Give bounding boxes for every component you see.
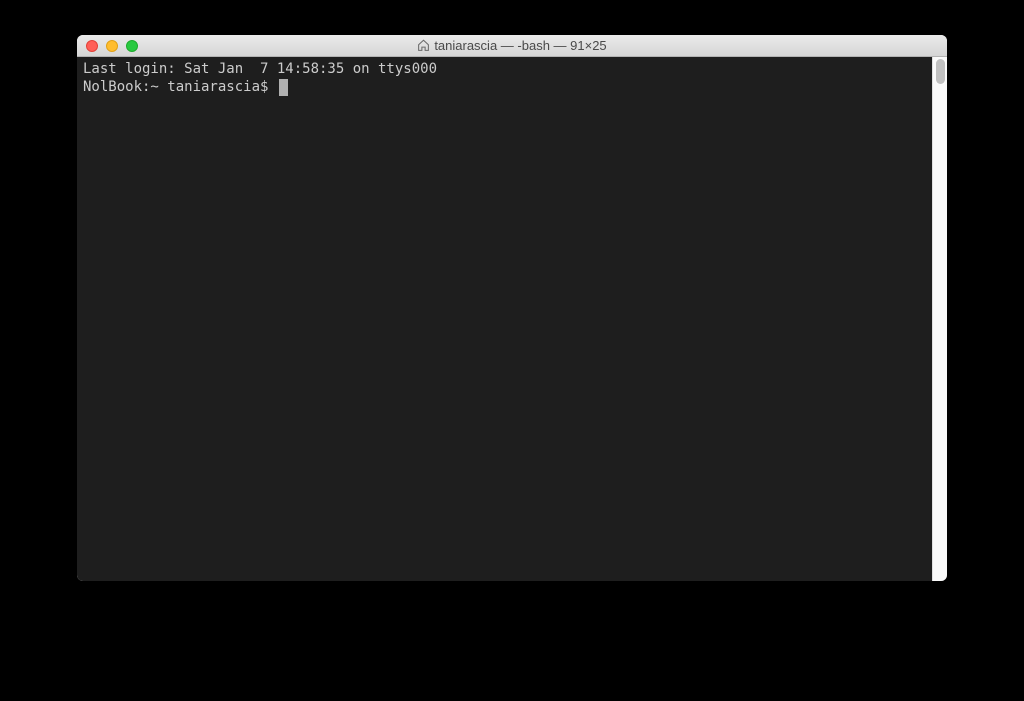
prompt-text: NolBook:~ taniarascia$ bbox=[83, 79, 277, 97]
terminal-body: Last login: Sat Jan 7 14:58:35 on ttys00… bbox=[77, 57, 947, 581]
scrollbar-thumb[interactable] bbox=[936, 59, 945, 84]
home-icon bbox=[417, 39, 430, 52]
traffic-lights bbox=[77, 40, 138, 52]
maximize-button[interactable] bbox=[126, 40, 138, 52]
last-login-line: Last login: Sat Jan 7 14:58:35 on ttys00… bbox=[83, 61, 926, 79]
close-button[interactable] bbox=[86, 40, 98, 52]
terminal-content[interactable]: Last login: Sat Jan 7 14:58:35 on ttys00… bbox=[77, 57, 932, 581]
minimize-button[interactable] bbox=[106, 40, 118, 52]
prompt-line: NolBook:~ taniarascia$ bbox=[83, 79, 926, 97]
cursor bbox=[279, 79, 288, 96]
scrollbar-track[interactable] bbox=[932, 57, 947, 581]
window-title: taniarascia — -bash — 91×25 bbox=[77, 38, 947, 53]
titlebar[interactable]: taniarascia — -bash — 91×25 bbox=[77, 35, 947, 57]
window-title-text: taniarascia — -bash — 91×25 bbox=[434, 38, 606, 53]
terminal-window: taniarascia — -bash — 91×25 Last login: … bbox=[77, 35, 947, 581]
